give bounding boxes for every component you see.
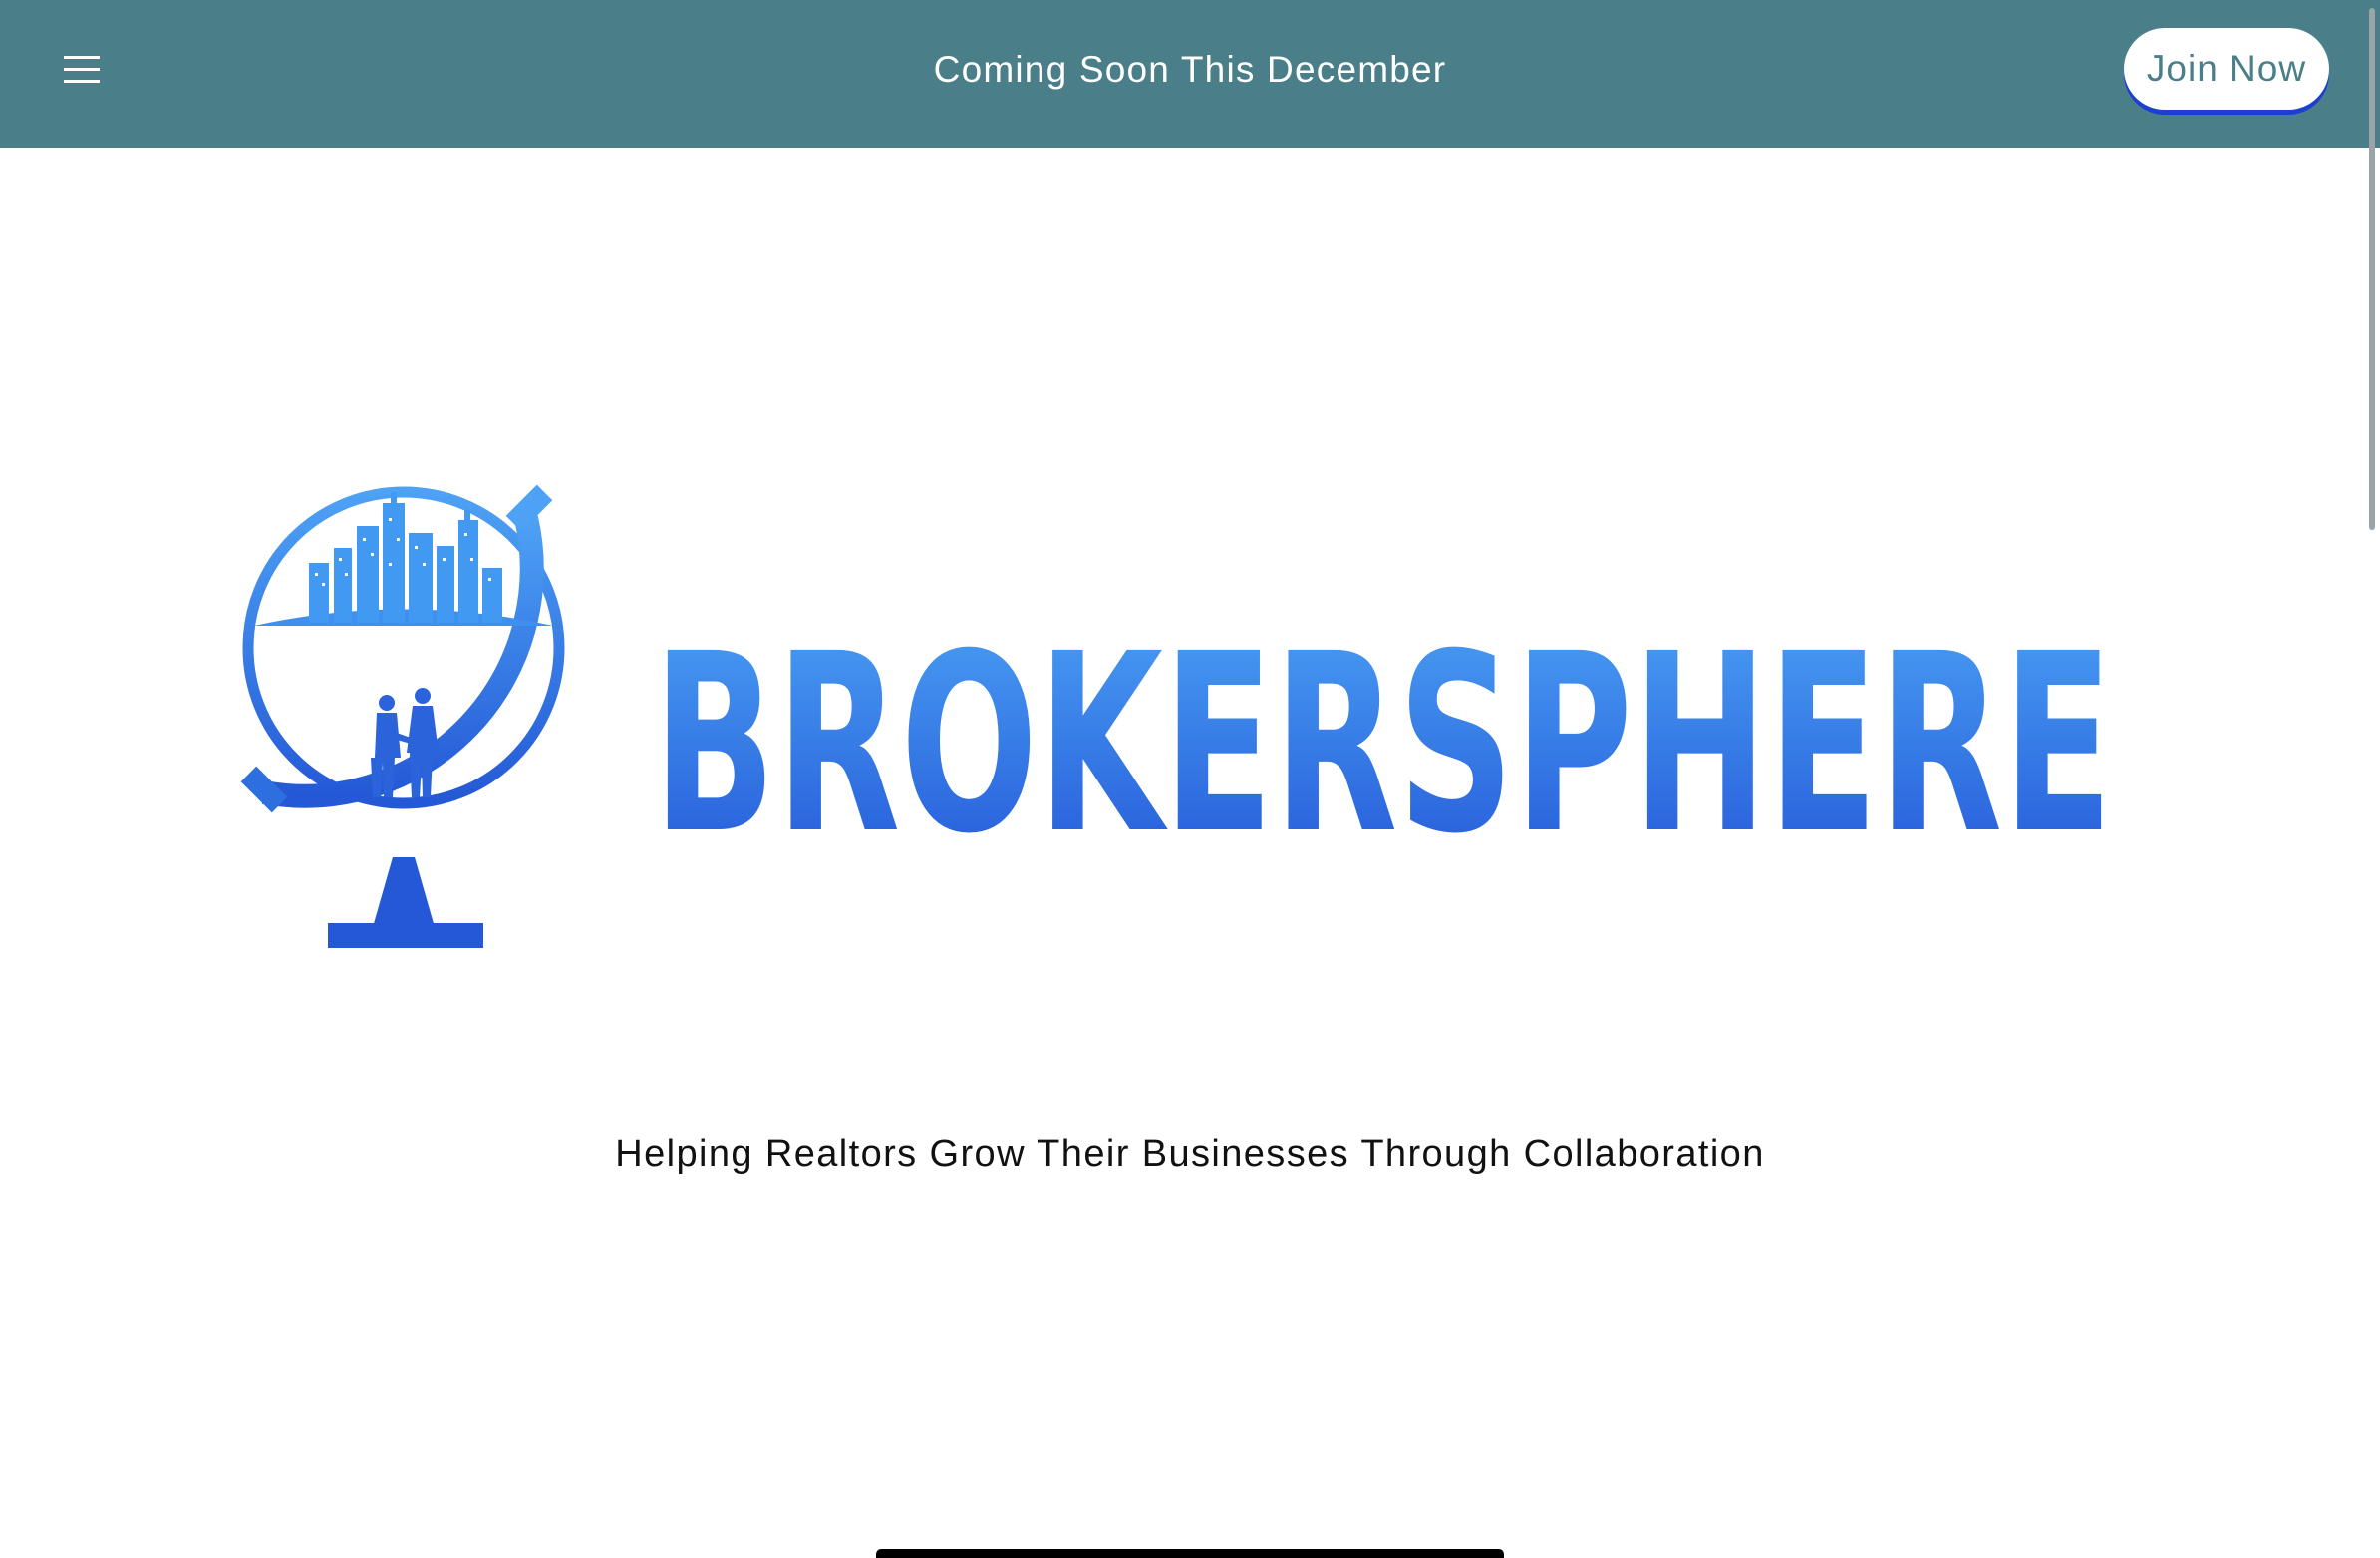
globe-with-city-and-handshake-icon: [240, 484, 565, 948]
tagline: Helping Realtors Grow Their Businesses T…: [615, 1133, 1765, 1175]
brokersphere-wordmark: BROKERSPHERE: [653, 602, 2113, 888]
scrollbar-thumb[interactable]: [2369, 8, 2375, 530]
join-now-button[interactable]: Join Now: [2124, 28, 2329, 110]
page: Coming Soon This December Join Now BROKE…: [0, 0, 2380, 1558]
announcement-text: Coming Soon This December: [933, 49, 1447, 90]
brokersphere-logo: BROKERSPHERE: [240, 484, 2113, 948]
announcement-header: Coming Soon This December Join Now: [0, 0, 2380, 148]
home-indicator-bar: [876, 1549, 1504, 1558]
